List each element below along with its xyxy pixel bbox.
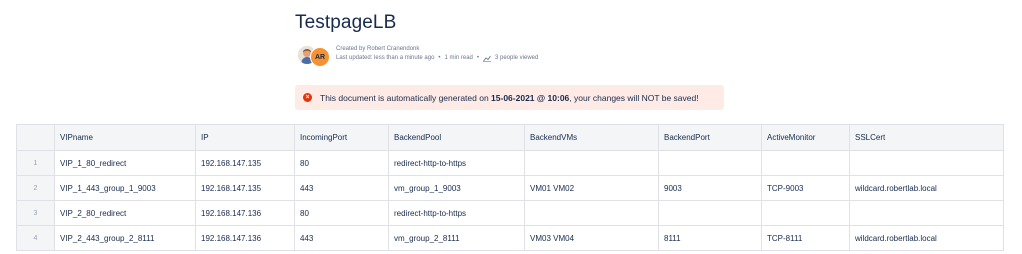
column-header[interactable]: VIPname <box>54 124 196 151</box>
author-link[interactable]: Robert Cranendonk <box>367 46 419 52</box>
row-number: 3 <box>16 200 55 226</box>
table-row: 1 VIP_1_80_redirect 192.168.147.135 80 r… <box>16 150 1004 176</box>
table-cell[interactable]: 443 <box>294 175 389 201</box>
read-time: 1 min read <box>444 55 473 61</box>
created-by-prefix: Created by <box>336 46 368 52</box>
banner-text: This document is automatically generated… <box>320 93 699 103</box>
column-header[interactable]: BackendVMs <box>524 124 659 151</box>
table-cell[interactable] <box>849 200 1004 226</box>
row-number: 4 <box>16 225 55 251</box>
table-cell[interactable]: wildcard.robertlab.local <box>849 225 1004 251</box>
views-count[interactable]: 3 people viewed <box>495 54 538 63</box>
table-cell[interactable] <box>658 200 762 226</box>
table-cell[interactable]: 9003 <box>658 175 762 201</box>
last-updated[interactable]: Last updated: less than a minute ago <box>336 54 434 63</box>
banner-middle: , your changes will <box>569 92 642 103</box>
table-cell[interactable]: VIP_1_80_redirect <box>54 150 196 176</box>
table-row: 2 VIP_1_443_group_1_9003 192.168.147.135… <box>16 175 1004 201</box>
table-cell[interactable] <box>524 150 659 176</box>
banner-suffix: be saved! <box>659 92 699 103</box>
column-header[interactable]: IncomingPort <box>294 124 389 151</box>
table-header-row: VIPname IP IncomingPort BackendPool Back… <box>16 124 1004 151</box>
page-title: TestpageLB <box>295 12 397 33</box>
contributor-avatar[interactable]: AR <box>310 47 330 67</box>
table-cell[interactable]: vm_group_2_8111 <box>388 225 525 251</box>
table-row: 4 VIP_2_443_group_2_8111 192.168.147.136… <box>16 225 1004 251</box>
table-cell[interactable] <box>524 200 659 226</box>
row-number: 1 <box>16 150 55 176</box>
row-number-header <box>16 124 55 151</box>
table-cell[interactable]: TCP-8111 <box>761 225 850 251</box>
table-cell[interactable]: 192.168.147.135 <box>195 175 295 201</box>
table-cell[interactable] <box>761 200 850 226</box>
table-cell[interactable]: 80 <box>294 200 389 226</box>
table-cell[interactable]: TCP-9003 <box>761 175 850 201</box>
table-cell[interactable] <box>658 150 762 176</box>
column-header[interactable]: BackendPool <box>388 124 525 151</box>
byline-text: Created by Robert Cranendonk Last update… <box>336 45 538 63</box>
table-cell[interactable]: wildcard.robertlab.local <box>849 175 1004 201</box>
table-cell[interactable] <box>761 150 850 176</box>
table-cell[interactable]: 443 <box>294 225 389 251</box>
column-header[interactable]: SSLCert <box>849 124 1004 151</box>
table-cell[interactable]: redirect-http-to-https <box>388 200 525 226</box>
analytics-icon <box>482 55 491 62</box>
table-cell[interactable]: 192.168.147.135 <box>195 150 295 176</box>
table-cell[interactable]: VM01 VM02 <box>524 175 659 201</box>
table-cell[interactable]: 192.168.147.136 <box>195 200 295 226</box>
table-cell[interactable]: 192.168.147.136 <box>195 225 295 251</box>
banner-not: NOT <box>641 92 660 103</box>
vip-table: VIPname IP IncomingPort BackendPool Back… <box>16 124 1004 251</box>
table-cell[interactable]: 8111 <box>658 225 762 251</box>
warning-banner: × This document is automatically generat… <box>295 85 724 110</box>
table-cell[interactable]: VIP_1_443_group_1_9003 <box>54 175 196 201</box>
row-number: 2 <box>16 175 55 201</box>
column-header[interactable]: IP <box>195 124 295 151</box>
table-cell[interactable]: redirect-http-to-https <box>388 150 525 176</box>
banner-prefix: This document is automatically generated… <box>320 92 492 103</box>
table-cell[interactable]: 80 <box>294 150 389 176</box>
separator-dot: • <box>476 55 479 61</box>
banner-timestamp: 15-06-2021 @ 10:06 <box>491 92 570 103</box>
table-cell[interactable]: VIP_2_80_redirect <box>54 200 196 226</box>
table-cell[interactable]: vm_group_1_9003 <box>388 175 525 201</box>
column-header[interactable]: BackendPort <box>658 124 762 151</box>
table-cell[interactable] <box>849 150 1004 176</box>
column-header[interactable]: ActiveMonitor <box>761 124 850 151</box>
error-icon: × <box>303 93 312 102</box>
table-row: 3 VIP_2_80_redirect 192.168.147.136 80 r… <box>16 200 1004 226</box>
table-cell[interactable]: VM03 VM04 <box>524 225 659 251</box>
table-cell[interactable]: VIP_2_443_group_2_8111 <box>54 225 196 251</box>
separator-dot: • <box>438 55 441 61</box>
